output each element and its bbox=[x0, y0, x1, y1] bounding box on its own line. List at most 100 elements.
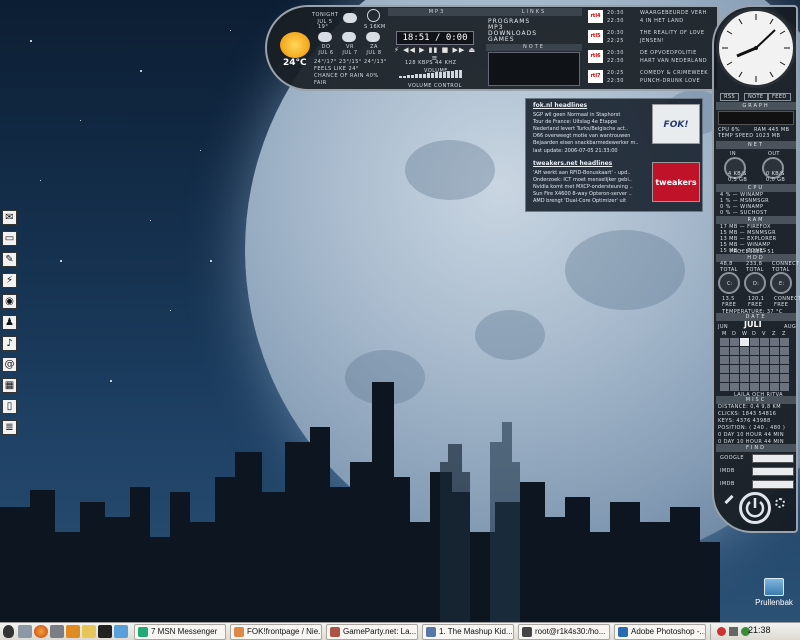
channel-logo[interactable]: rtl5 bbox=[588, 30, 603, 43]
tv-show[interactable]: HART VAN NEDERLAND bbox=[640, 58, 707, 65]
tray-icon[interactable] bbox=[729, 627, 738, 636]
taskbar-button[interactable]: Adobe Photoshop -... bbox=[614, 624, 706, 640]
pawn-icon[interactable]: ♟ bbox=[2, 315, 17, 330]
clock-tab[interactable]: NOTE bbox=[744, 93, 768, 101]
tv-show[interactable]: JENSEN! bbox=[640, 38, 664, 45]
news-headline[interactable]: 'AH werkt aan RFID-Bonuskaart' - upd.. bbox=[533, 170, 645, 176]
taskbar-button[interactable]: GameParty.net: La... bbox=[326, 624, 418, 640]
network-icon[interactable] bbox=[114, 625, 128, 638]
calendar-day[interactable] bbox=[720, 347, 729, 355]
calendar-day[interactable] bbox=[740, 374, 749, 382]
link-games[interactable]: GAMES bbox=[488, 36, 515, 43]
clock-tab[interactable]: RSS bbox=[720, 93, 740, 101]
calendar-day[interactable] bbox=[780, 374, 789, 382]
taskbar-button[interactable]: root@r1k4s30:/ho... bbox=[518, 624, 610, 640]
calendar-day[interactable] bbox=[730, 374, 739, 382]
tv-show[interactable]: 4 IN HET LAND bbox=[640, 18, 684, 25]
calendar-day[interactable] bbox=[750, 347, 759, 355]
calendar-day[interactable] bbox=[760, 374, 769, 382]
taskbar-clock[interactable]: 21:38 bbox=[748, 625, 771, 635]
player-controls[interactable]: ⚡ ◀◀ ▶ ▮▮ ■ ▶▶ ⏏ ≡ bbox=[392, 46, 478, 62]
cube-icon[interactable]: ▦ bbox=[2, 378, 17, 393]
news-headline[interactable]: Bejaarden eisen snackbarmedewerker m.. bbox=[533, 140, 645, 146]
calendar-day[interactable] bbox=[720, 374, 729, 382]
calendar-day[interactable] bbox=[720, 383, 729, 391]
calendar-day[interactable] bbox=[730, 383, 739, 391]
document-icon[interactable]: ≣ bbox=[2, 420, 17, 435]
monitor-icon[interactable]: ▭ bbox=[2, 231, 17, 246]
news-headline[interactable]: Nvidia komt met MXCP-ondersteuning .. bbox=[533, 184, 645, 190]
channel-logo[interactable]: rtl6 bbox=[588, 50, 603, 63]
find-input[interactable] bbox=[752, 467, 794, 476]
calendar-day[interactable] bbox=[730, 338, 739, 346]
next-month[interactable]: AUG bbox=[784, 324, 796, 330]
winamp-icon[interactable] bbox=[66, 625, 80, 638]
folder-icon[interactable] bbox=[82, 625, 96, 638]
tv-show[interactable]: PUNCH-DRUNK LOVE bbox=[640, 78, 700, 85]
tv-show[interactable]: WAARGEBEURDE VERH bbox=[640, 10, 707, 17]
news-headline[interactable]: Sun Fire X4600 8-way Opteron-server .. bbox=[533, 191, 645, 197]
news-headline[interactable]: AMD brengt 'Dual-Core Optimizer' uit bbox=[533, 198, 645, 204]
power-button[interactable] bbox=[739, 492, 771, 524]
calendar-day[interactable] bbox=[760, 356, 769, 364]
calendar-day[interactable] bbox=[770, 347, 779, 355]
calendar-day[interactable] bbox=[750, 383, 759, 391]
calendar-day[interactable] bbox=[740, 365, 749, 373]
calendar-day[interactable] bbox=[770, 365, 779, 373]
gear-icon[interactable] bbox=[775, 498, 785, 508]
calendar-day[interactable] bbox=[760, 365, 769, 373]
music-icon[interactable]: ♪ bbox=[2, 336, 17, 351]
at-icon[interactable]: @ bbox=[2, 357, 17, 372]
news-headline[interactable]: D66 overweegt motie van wantrouwen bbox=[533, 133, 645, 139]
tv-show[interactable]: THE REALITY OF LOVE bbox=[640, 30, 705, 37]
calendar-day[interactable] bbox=[780, 347, 789, 355]
tray-icon[interactable] bbox=[717, 627, 726, 636]
calendar-day[interactable] bbox=[740, 347, 749, 355]
prev-month[interactable]: JUN bbox=[718, 324, 728, 330]
calendar-day[interactable] bbox=[780, 365, 789, 373]
firefox-icon[interactable] bbox=[34, 625, 48, 638]
trash-icon[interactable]: ▯ bbox=[2, 399, 17, 414]
calendar-day[interactable] bbox=[760, 383, 769, 391]
notepad-icon[interactable]: ✎ bbox=[2, 252, 17, 267]
news-headline[interactable]: SGP wil geen Normaal in Staphorst bbox=[533, 112, 645, 118]
calendar-day[interactable] bbox=[760, 347, 769, 355]
calendar-day[interactable] bbox=[740, 338, 749, 346]
calendar-day[interactable] bbox=[720, 356, 729, 364]
channel-logo[interactable]: rtl7 bbox=[588, 70, 603, 83]
channel-logo[interactable]: rtl4 bbox=[588, 10, 603, 23]
calendar-day[interactable] bbox=[750, 374, 759, 382]
settings-icon[interactable] bbox=[50, 625, 64, 638]
tweakers-headlines-title[interactable]: tweakers.net headlines bbox=[533, 160, 612, 167]
news-headline[interactable]: Nederland levert Turks/Belgische act.. bbox=[533, 126, 645, 132]
taskbar-button[interactable]: 7 MSN Messenger bbox=[134, 624, 226, 640]
calendar-day[interactable] bbox=[780, 383, 789, 391]
tv-show[interactable]: COMEDY & CRIMEWEEK bbox=[640, 70, 708, 77]
lightning-icon[interactable]: ⚡ bbox=[2, 273, 17, 288]
tweakers-logo[interactable]: tweakers bbox=[652, 162, 700, 202]
calendar-day[interactable] bbox=[720, 365, 729, 373]
terminal-icon[interactable] bbox=[98, 625, 112, 638]
apple-start-icon[interactable] bbox=[3, 625, 14, 638]
calendar-day[interactable] bbox=[730, 347, 739, 355]
calendar-day[interactable] bbox=[780, 338, 789, 346]
globe-icon[interactable]: ◉ bbox=[2, 294, 17, 309]
desktop-icon[interactable] bbox=[18, 625, 32, 638]
calendar-day[interactable] bbox=[770, 374, 779, 382]
find-input[interactable] bbox=[752, 454, 794, 463]
news-headline[interactable]: Tour de France: Uitslag 4e Etappe bbox=[533, 119, 645, 125]
note-textarea[interactable] bbox=[488, 52, 580, 86]
fok-headlines-title[interactable]: fok.nl headlines bbox=[533, 102, 587, 109]
calendar-day[interactable] bbox=[720, 338, 729, 346]
calendar-day[interactable] bbox=[770, 356, 779, 364]
calendar-day[interactable] bbox=[740, 383, 749, 391]
clock-tab[interactable]: FEED bbox=[768, 93, 791, 101]
calendar-day[interactable] bbox=[780, 356, 789, 364]
tv-show[interactable]: DE OPVOEDPOLITIE bbox=[640, 50, 697, 57]
find-input[interactable] bbox=[752, 480, 794, 489]
calendar-day[interactable] bbox=[750, 356, 759, 364]
calendar-day[interactable] bbox=[740, 356, 749, 364]
mail-icon[interactable]: ✉ bbox=[2, 210, 17, 225]
calendar-day[interactable] bbox=[770, 383, 779, 391]
news-headline[interactable]: Onderzoek: ICT moet menselijker gebi.. bbox=[533, 177, 645, 183]
